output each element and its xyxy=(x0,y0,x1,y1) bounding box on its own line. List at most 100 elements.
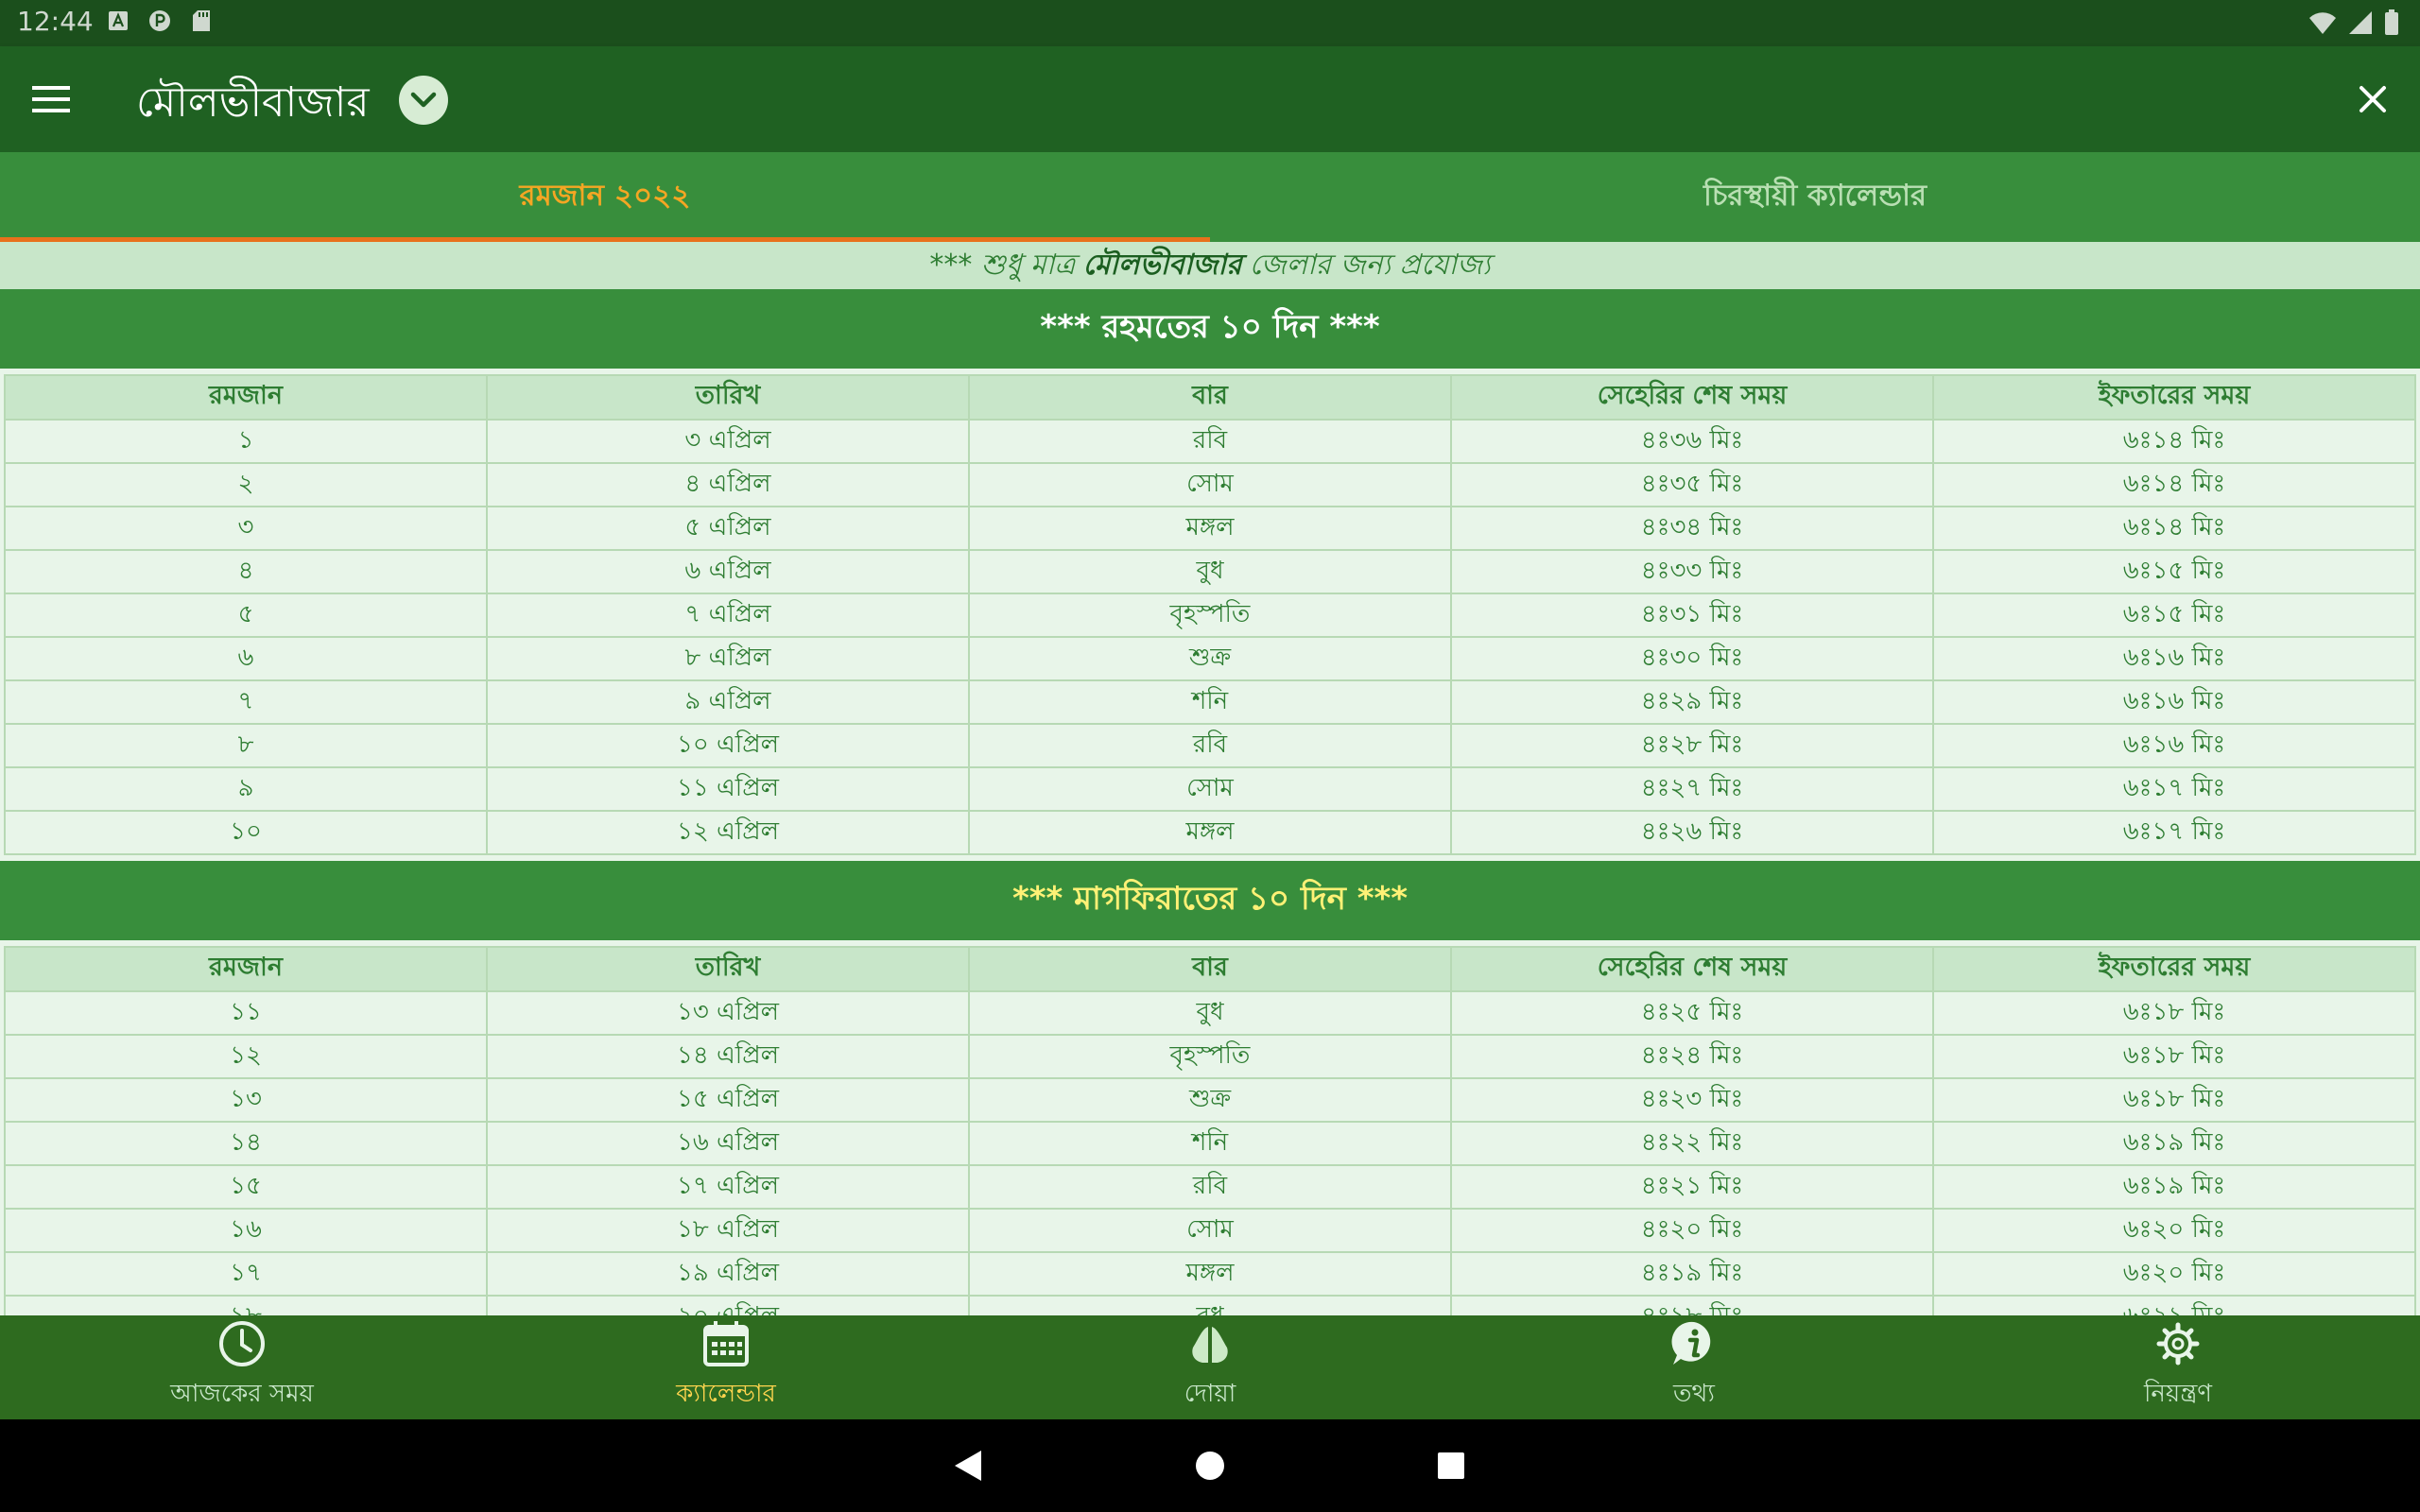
battery-icon xyxy=(2384,9,2399,40)
cell-iftar-time: ৬ঃ২১ মিঃ xyxy=(1932,1295,2416,1315)
cell-weekday: শুক্র xyxy=(968,1077,1452,1123)
calendar-scroll-area[interactable]: *** রহমতের ১০ দিন *** রমজান তারিখ বার সে… xyxy=(0,289,2420,1315)
cell-ramadan-day: ১ xyxy=(4,419,488,464)
nav-item-calendar[interactable]: ক্যালেন্ডার xyxy=(484,1315,968,1419)
cell-weekday: রবি xyxy=(968,1164,1452,1210)
cell-weekday: মঙ্গল xyxy=(968,810,1452,855)
table-row: ১২ ১৪ এপ্রিল বৃহস্পতি ৪ঃ২৪ মিঃ ৬ঃ১৮ মিঃ xyxy=(4,1034,2416,1079)
cell-ramadan-day: ১৪ xyxy=(4,1121,488,1166)
table-row: ৩৫ এপ্রিল মঙ্গল ৪ঃ৩৪ মিঃ ৬ঃ১৪ মিঃ xyxy=(4,506,2416,551)
cell-sehri-end: ৪ঃ৩৪ মিঃ xyxy=(1450,506,1934,551)
notification-a-icon xyxy=(106,9,130,33)
nav-item-info[interactable]: তথ্য xyxy=(1452,1315,1936,1419)
cell-iftar-time: ৬ঃ২০ মিঃ xyxy=(1932,1251,2416,1297)
home-button[interactable] xyxy=(1188,1444,1232,1487)
table-row: ৫৭ এপ্রিল বৃহস্পতি ৪ঃ৩১ মিঃ ৬ঃ১৫ মিঃ xyxy=(4,593,2416,638)
clock-icon xyxy=(219,1321,265,1366)
cell-weekday: রবি xyxy=(968,419,1452,464)
cell-iftar-time: ৬ঃ১৮ মিঃ xyxy=(1932,990,2416,1036)
cell-iftar-time: ৬ঃ১৮ মিঃ xyxy=(1932,1077,2416,1123)
cell-sehri-end: ৪ঃ৩৬ মিঃ xyxy=(1450,419,1934,464)
tab-perpetual-calendar[interactable]: চিরস্থায়ী ক্যালেন্ডার xyxy=(1210,152,2420,242)
wifi-icon xyxy=(2308,10,2337,39)
table-row: ১৭ ১৯ এপ্রিল মঙ্গল ৪ঃ১৯ মিঃ ৬ঃ২০ মিঃ xyxy=(4,1251,2416,1297)
signal-icon xyxy=(2348,10,2373,39)
cell-weekday: মঙ্গল xyxy=(968,506,1452,551)
cell-weekday: শুক্র xyxy=(968,636,1452,681)
cell-ramadan-day: ৭ xyxy=(4,679,488,725)
notice-prefix: *** শুধু মাত্র xyxy=(929,248,1076,282)
close-icon xyxy=(2360,86,2386,112)
notification-p-icon xyxy=(147,9,172,33)
cell-date: ১৫ এপ্রিল xyxy=(486,1077,970,1123)
column-header-iftar: ইফতারের সময় xyxy=(1932,946,2416,992)
cell-iftar-time: ৬ঃ১৪ মিঃ xyxy=(1932,419,2416,464)
nav-item-dua[interactable]: দোয়া xyxy=(968,1315,1452,1419)
cell-iftar-time: ৬ঃ১৮ মিঃ xyxy=(1932,1034,2416,1079)
cell-sehri-end: ৪ঃ২৫ মিঃ xyxy=(1450,990,1934,1036)
cell-sehri-end: ৪ঃ১৯ মিঃ xyxy=(1450,1251,1934,1297)
cell-weekday: মঙ্গল xyxy=(968,1251,1452,1297)
table-row: ১৮২০ এপ্রিলবুধ৪ঃ১৮ মিঃ৬ঃ২১ মিঃ xyxy=(4,1295,2416,1315)
cell-sehri-end: ৪ঃ২৪ মিঃ xyxy=(1450,1034,1934,1079)
cell-sehri-end: ৪ঃ২৯ মিঃ xyxy=(1450,679,1934,725)
cell-ramadan-day: ১১ xyxy=(4,990,488,1036)
cell-sehri-end: ৪ঃ৩১ মিঃ xyxy=(1450,593,1934,638)
cell-sehri-end: ৪ঃ২০ মিঃ xyxy=(1450,1208,1934,1253)
cell-sehri-end: ৪ঃ১৮ মিঃ xyxy=(1450,1295,1934,1315)
chevron-down-icon xyxy=(410,92,437,108)
table-row: ২৪ এপ্রিল সোম ৪ঃ৩৫ মিঃ ৬ঃ১৪ মিঃ xyxy=(4,462,2416,507)
table-row: ১১ ১৩ এপ্রিল বুধ ৪ঃ২৫ মিঃ ৬ঃ১৮ মিঃ xyxy=(4,990,2416,1036)
cell-iftar-time: ৬ঃ২০ মিঃ xyxy=(1932,1208,2416,1253)
tab-ramadan-2022[interactable]: রমজান ২০২২ xyxy=(0,152,1210,242)
table-row: ১৩ এপ্রিল রবি ৪ঃ৩৬ মিঃ ৬ঃ১৪ মিঃ xyxy=(4,419,2416,464)
recents-button[interactable] xyxy=(1429,1444,1473,1487)
back-button[interactable] xyxy=(945,1444,989,1487)
nav-item-settings[interactable]: নিয়ন্ত্রণ xyxy=(1936,1315,2420,1419)
cell-sehri-end: ৪ঃ৩৫ মিঃ xyxy=(1450,462,1934,507)
cell-ramadan-day: ১৫ xyxy=(4,1164,488,1210)
cell-iftar-time: ৬ঃ১৯ মিঃ xyxy=(1932,1121,2416,1166)
cell-ramadan-day: ৩ xyxy=(4,506,488,551)
table-row: ৪৬ এপ্রিল বুধ ৪ঃ৩৩ মিঃ ৬ঃ১৫ মিঃ xyxy=(4,549,2416,594)
cell-weekday: শনি xyxy=(968,679,1452,725)
cell-ramadan-day: ৬ xyxy=(4,636,488,681)
cell-ramadan-day: ১২ xyxy=(4,1034,488,1079)
cell-date: ৬ এপ্রিল xyxy=(486,549,970,594)
table-body: ১৩ এপ্রিল রবি ৪ঃ৩৬ মিঃ ৬ঃ১৪ মিঃ ২ ৪ এপ্রিল সোম… xyxy=(4,419,2416,855)
cell-date: ৩ এপ্রিল xyxy=(486,419,970,464)
cell-sehri-end: ৪ঃ২৮ মিঃ xyxy=(1450,723,1934,768)
column-header-iftar: ইফতারের সময় xyxy=(1932,374,2416,421)
cell-weekday: সোম xyxy=(968,766,1452,812)
section-header-magfirat: *** মাগফিরাতের ১০ দিন *** xyxy=(0,861,2420,940)
table-row: ১৩ ১৫ এপ্রিল শুক্র ৪ঃ২৩ মিঃ ৬ঃ১৮ মিঃ xyxy=(4,1077,2416,1123)
cell-date: ৪ এপ্রিল xyxy=(486,462,970,507)
cell-iftar-time: ৬ঃ১৬ মিঃ xyxy=(1932,636,2416,681)
cell-ramadan-day: ২ xyxy=(4,462,488,507)
cell-ramadan-day: ৫ xyxy=(4,593,488,638)
table-row: ১৫ ১৭ এপ্রিল রবি ৪ঃ২১ মিঃ ৬ঃ১৯ মিঃ xyxy=(4,1164,2416,1210)
cell-sehri-end: ৪ঃ২৩ মিঃ xyxy=(1450,1077,1934,1123)
cell-sehri-end: ৪ঃ২২ মিঃ xyxy=(1450,1121,1934,1166)
table-row: ৮ ১০ এপ্রিল রবি ৪ঃ২৮ মিঃ ৬ঃ১৬ মিঃ xyxy=(4,723,2416,768)
cell-weekday: বৃহস্পতি xyxy=(968,1034,1452,1079)
system-navigation-bar xyxy=(0,1419,2420,1512)
cell-weekday: বুধ xyxy=(968,990,1452,1036)
status-bar: 12:44 xyxy=(0,0,2420,46)
cell-iftar-time: ৬ঃ১৬ মিঃ xyxy=(1932,723,2416,768)
column-header-sehri: সেহেরির শেষ সময় xyxy=(1450,374,1934,421)
nav-label: তথ্য xyxy=(1673,1380,1715,1408)
cell-iftar-time: ৬ঃ১৭ মিঃ xyxy=(1932,810,2416,855)
table-header-row: রমজান তারিখ বার সেহেরির শেষ সময় ইফতারের… xyxy=(4,374,2416,421)
column-header-ramadan: রমজান xyxy=(4,946,488,992)
district-dropdown-button[interactable] xyxy=(399,76,448,125)
menu-button[interactable] xyxy=(25,73,78,126)
nav-label: ক্যালেন্ডার xyxy=(676,1380,776,1408)
back-triangle-icon xyxy=(955,1451,981,1481)
close-button[interactable] xyxy=(2346,73,2399,126)
nav-label: আজকের সময় xyxy=(170,1380,314,1408)
cell-ramadan-day: ৮ xyxy=(4,723,488,768)
column-header-day: বার xyxy=(968,946,1452,992)
cell-date: ৭ এপ্রিল xyxy=(486,593,970,638)
nav-item-today-time[interactable]: আজকের সময় xyxy=(0,1315,484,1419)
